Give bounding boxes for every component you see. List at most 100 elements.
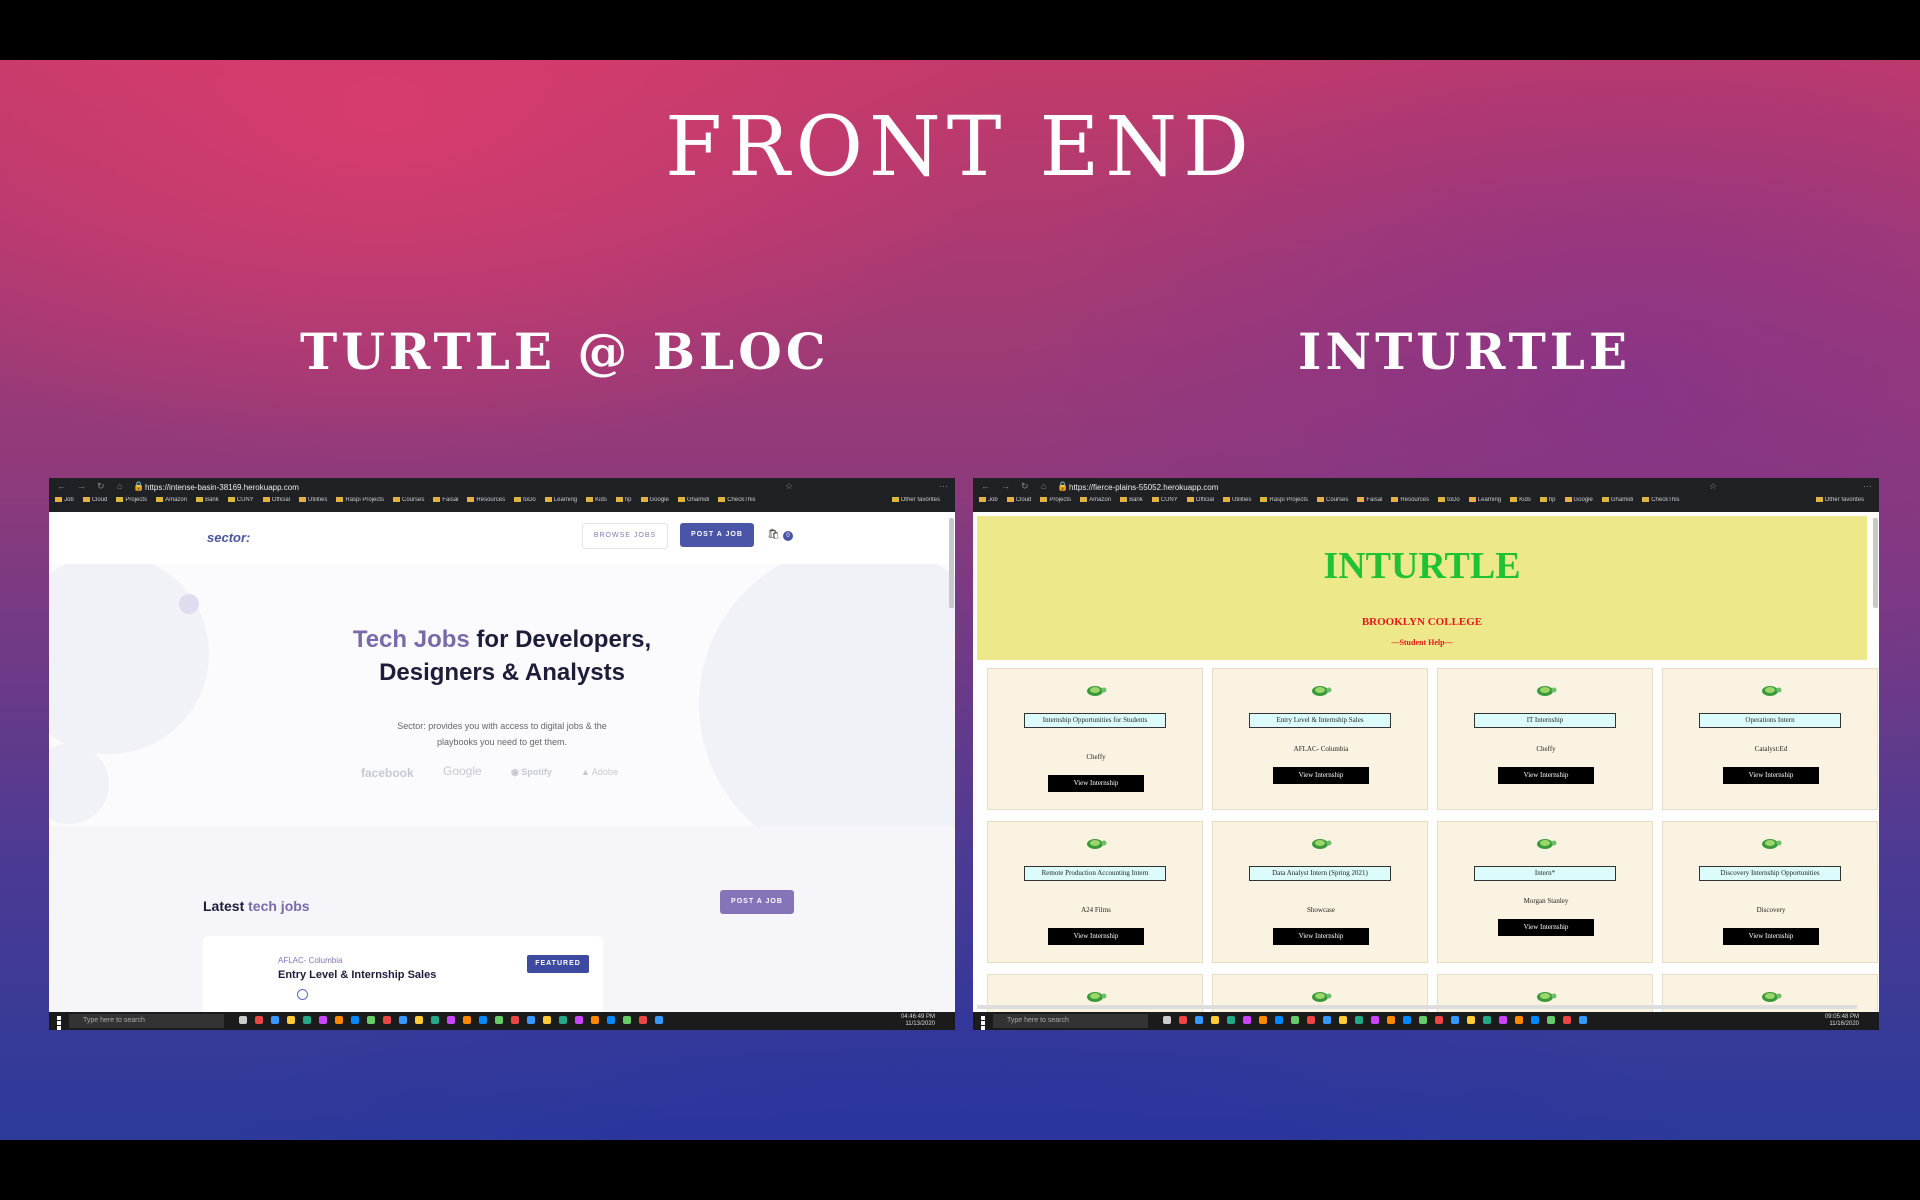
app-icon[interactable] — [1339, 1016, 1347, 1024]
horizontal-scrollbar[interactable] — [977, 1005, 1857, 1009]
taskbar-search[interactable]: Type here to search — [993, 1014, 1148, 1028]
bookmark[interactable]: Resources — [467, 497, 505, 503]
bookmark[interactable]: Amazon — [156, 497, 187, 503]
forward-icon[interactable]: → — [77, 481, 86, 491]
other-favorites[interactable]: Other favorites — [1816, 497, 1864, 503]
bookmark[interactable]: Faisal — [433, 497, 458, 503]
bookmark[interactable]: CUNY — [228, 497, 254, 503]
taskbar-search[interactable]: Type here to search — [69, 1014, 224, 1028]
app-icon[interactable] — [1451, 1016, 1459, 1024]
more-menu-icon[interactable]: ⋯ — [939, 481, 948, 492]
view-internship-button[interactable]: View Internship — [1273, 928, 1369, 945]
app-icon[interactable] — [1307, 1016, 1315, 1024]
home-icon[interactable]: ⌂ — [117, 481, 122, 491]
app-icon[interactable] — [1531, 1016, 1539, 1024]
scrollbar[interactable] — [949, 518, 954, 608]
view-internship-button[interactable]: View Internship — [1048, 928, 1144, 945]
bookmark[interactable]: hp — [616, 497, 632, 503]
app-icon[interactable] — [383, 1016, 391, 1024]
app-icon[interactable] — [287, 1016, 295, 1024]
app-icon[interactable] — [1547, 1016, 1555, 1024]
bookmark[interactable]: CUNY — [1152, 497, 1178, 503]
app-icon[interactable] — [319, 1016, 327, 1024]
app-icon[interactable] — [463, 1016, 471, 1024]
app-icon[interactable] — [1515, 1016, 1523, 1024]
app-icon[interactable] — [623, 1016, 631, 1024]
bookmark[interactable]: Utilities — [299, 497, 327, 503]
app-icon[interactable] — [1403, 1016, 1411, 1024]
bookmark[interactable]: CheckThis — [718, 497, 755, 503]
app-icon[interactable] — [351, 1016, 359, 1024]
bookmark[interactable]: Learning — [545, 497, 577, 503]
bookmark[interactable]: Projects — [116, 497, 147, 503]
app-icon[interactable] — [1227, 1016, 1235, 1024]
app-icon[interactable] — [527, 1016, 535, 1024]
bookmark[interactable]: Raspi Projects — [336, 497, 384, 503]
cart-icon[interactable]: 🛍 — [767, 529, 780, 540]
task-view-icon[interactable] — [239, 1016, 247, 1024]
bookmark[interactable]: Kids — [586, 497, 607, 503]
forward-icon[interactable]: → — [1001, 481, 1010, 491]
bookmark[interactable]: Ghamidi — [1602, 497, 1633, 503]
refresh-icon[interactable]: ↻ — [1021, 481, 1029, 492]
refresh-icon[interactable]: ↻ — [97, 481, 105, 492]
bookmark[interactable]: Resources — [1391, 497, 1429, 503]
bookmark[interactable]: CheckThis — [1642, 497, 1679, 503]
app-icon[interactable] — [607, 1016, 615, 1024]
student-help-link[interactable]: —Student Help— — [977, 638, 1867, 647]
app-icon[interactable] — [1467, 1016, 1475, 1024]
address-bar[interactable]: https://fierce-plains-55052.herokuapp.co… — [1069, 481, 1769, 495]
app-icon[interactable] — [447, 1016, 455, 1024]
app-icon[interactable] — [1243, 1016, 1251, 1024]
bookmark[interactable]: toDo — [1438, 497, 1460, 503]
app-icon[interactable] — [1419, 1016, 1427, 1024]
app-icon[interactable] — [591, 1016, 599, 1024]
app-icon[interactable] — [367, 1016, 375, 1024]
bookmark[interactable]: Official — [263, 497, 290, 503]
app-icon[interactable] — [303, 1016, 311, 1024]
app-icon[interactable] — [335, 1016, 343, 1024]
app-icon[interactable] — [1563, 1016, 1571, 1024]
app-icon[interactable] — [495, 1016, 503, 1024]
app-icon[interactable] — [1275, 1016, 1283, 1024]
task-view-icon[interactable] — [1163, 1016, 1171, 1024]
app-icon[interactable] — [271, 1016, 279, 1024]
app-icon[interactable] — [1355, 1016, 1363, 1024]
view-internship-button[interactable]: View Internship — [1723, 928, 1819, 945]
job-title[interactable]: Entry Level & Internship Sales — [278, 969, 436, 981]
app-icon[interactable] — [1371, 1016, 1379, 1024]
view-internship-button[interactable]: View Internship — [1048, 775, 1144, 792]
view-internship-button[interactable]: View Internship — [1273, 767, 1369, 784]
app-icon[interactable] — [1499, 1016, 1507, 1024]
bookmark[interactable]: Learning — [1469, 497, 1501, 503]
home-icon[interactable]: ⌂ — [1041, 481, 1046, 491]
bookmark[interactable]: Kids — [1510, 497, 1531, 503]
app-icon[interactable] — [1291, 1016, 1299, 1024]
app-icon[interactable] — [655, 1016, 663, 1024]
app-icon[interactable] — [559, 1016, 567, 1024]
bookmark[interactable]: toDo — [514, 497, 536, 503]
app-icon[interactable] — [255, 1016, 263, 1024]
app-icon[interactable] — [575, 1016, 583, 1024]
app-icon[interactable] — [431, 1016, 439, 1024]
favorite-star-icon[interactable]: ☆ — [785, 481, 793, 492]
bookmark[interactable]: Job — [979, 497, 998, 503]
app-icon[interactable] — [511, 1016, 519, 1024]
app-icon[interactable] — [543, 1016, 551, 1024]
other-favorites[interactable]: Other favorites — [892, 497, 940, 503]
view-internship-button[interactable]: View Internship — [1498, 919, 1594, 936]
scrollbar[interactable] — [1873, 518, 1878, 608]
taskbar-clock[interactable]: 04:46:49 PM 11/13/2020 — [901, 1014, 935, 1028]
app-icon[interactable] — [415, 1016, 423, 1024]
app-icon[interactable] — [1579, 1016, 1587, 1024]
back-icon[interactable]: ← — [57, 481, 66, 491]
bookmark[interactable]: Bank — [196, 497, 219, 503]
taskbar-clock[interactable]: 09:05:48 PM 11/16/2020 — [1825, 1014, 1859, 1028]
app-icon[interactable] — [479, 1016, 487, 1024]
bookmark[interactable]: Courses — [1317, 497, 1348, 503]
bookmark[interactable]: Official — [1187, 497, 1214, 503]
bookmark[interactable]: Job — [55, 497, 74, 503]
bookmark[interactable]: Cloud — [83, 497, 108, 503]
view-internship-button[interactable]: View Internship — [1723, 767, 1819, 784]
bookmark[interactable]: Google — [641, 497, 669, 503]
